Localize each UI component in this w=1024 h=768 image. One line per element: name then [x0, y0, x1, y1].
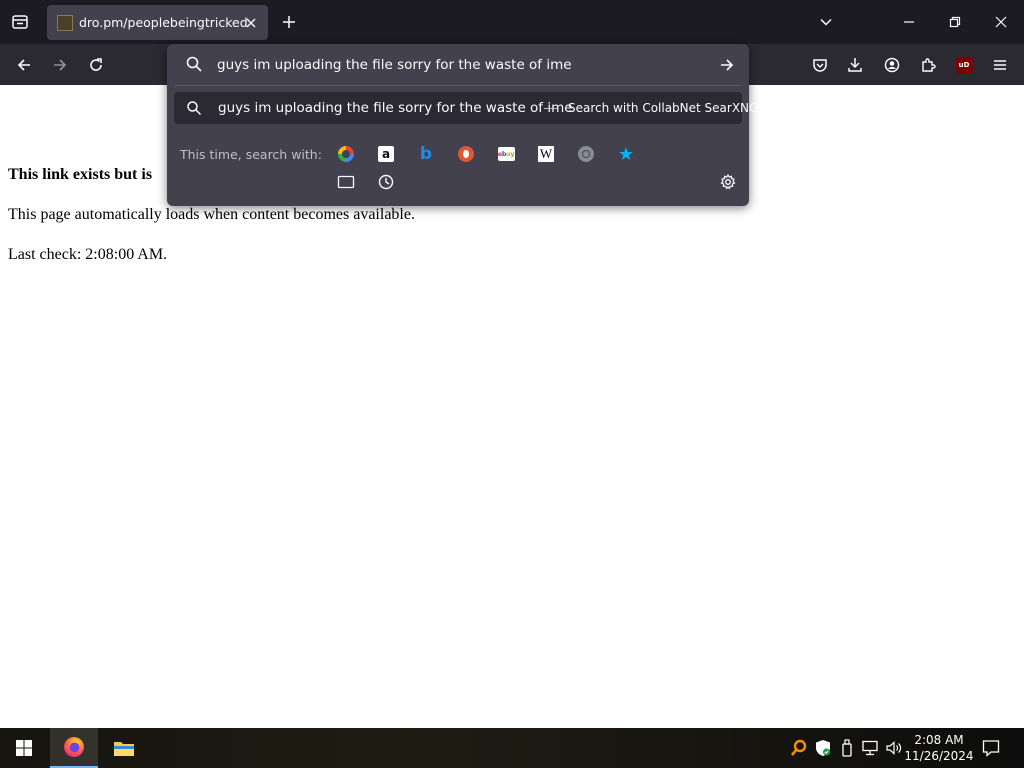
- windows-security-shield-icon[interactable]: [813, 738, 833, 758]
- urlbar-divider: [175, 85, 741, 86]
- one-time-search-label: This time, search with:: [180, 147, 322, 162]
- new-tab-button[interactable]: [278, 11, 300, 33]
- minimize-window-icon[interactable]: [897, 10, 921, 34]
- taskbar-clock[interactable]: 2:08 AM 11/26/2024: [903, 732, 975, 764]
- search-magnifier-tray-icon[interactable]: [789, 738, 809, 758]
- tab-strip: dro.pm/peoplebeingtricked: [0, 0, 1024, 44]
- close-window-icon[interactable]: [989, 10, 1013, 34]
- windows-taskbar: 2:08 AM 11/26/2024: [0, 728, 1024, 768]
- search-settings-gear-icon[interactable]: [718, 172, 738, 192]
- page-paragraph-last-check: Last check: 2:08:00 AM.: [8, 246, 168, 263]
- bookmarks-star-icon[interactable]: ★: [614, 142, 638, 166]
- google-engine-icon[interactable]: [334, 142, 358, 166]
- downloads-icon[interactable]: [843, 53, 867, 77]
- page-heading: This link exists but is: [8, 166, 153, 183]
- bing-engine-icon[interactable]: b: [414, 142, 438, 166]
- urlbar-dropdown: guys im uploading the file sorry for the…: [167, 44, 758, 206]
- wikipedia-engine-icon[interactable]: W: [534, 142, 558, 166]
- action-center-notification-icon[interactable]: [981, 738, 1001, 758]
- firefox-taskbar-icon[interactable]: [50, 728, 98, 768]
- reload-icon[interactable]: [84, 53, 108, 77]
- page-paragraph-autoload: This page automatically loads when conte…: [8, 206, 415, 223]
- urlbar: [167, 44, 749, 85]
- list-all-tabs-chevron-icon[interactable]: [814, 10, 838, 34]
- tabs-search-icon[interactable]: [334, 170, 358, 194]
- account-icon[interactable]: [880, 53, 904, 77]
- tab-list-icon[interactable]: [8, 10, 32, 34]
- active-tab[interactable]: dro.pm/peoplebeingtricked: [47, 5, 268, 40]
- back-arrow-icon[interactable]: [12, 53, 36, 77]
- ebay-engine-icon[interactable]: ebay: [494, 142, 518, 166]
- duckduckgo-engine-icon[interactable]: [454, 142, 478, 166]
- restore-window-icon[interactable]: [943, 10, 967, 34]
- suggestion-search-icon: [186, 100, 202, 116]
- tab-title: dro.pm/peoplebeingtricked: [79, 15, 248, 30]
- windows-start-icon[interactable]: [0, 728, 48, 768]
- search-suggestion-row[interactable]: guys im uploading the file sorry for the…: [174, 92, 758, 124]
- pocket-icon[interactable]: [808, 53, 832, 77]
- suggestion-text: guys im uploading the file sorry for the…: [218, 100, 573, 116]
- forward-arrow-icon[interactable]: [48, 53, 72, 77]
- suggestion-action-text: Search with CollabNet SearXNG: [568, 101, 759, 115]
- file-explorer-folder-icon[interactable]: [100, 728, 148, 768]
- clock-time: 2:08 AM: [914, 733, 964, 747]
- network-icon[interactable]: [860, 738, 880, 758]
- searxng-engine-icon[interactable]: [574, 142, 598, 166]
- volume-speaker-icon[interactable]: [884, 738, 904, 758]
- site-favicon-icon: [57, 15, 73, 31]
- search-icon: [185, 55, 203, 73]
- go-arrow-icon[interactable]: [717, 55, 737, 75]
- clock-date: 11/26/2024: [904, 749, 974, 763]
- history-clock-icon[interactable]: [374, 170, 398, 194]
- ublock-origin-icon[interactable]: uD: [952, 53, 976, 77]
- usb-device-icon[interactable]: [837, 738, 857, 758]
- close-tab-icon[interactable]: [242, 14, 260, 32]
- urlbar-input[interactable]: [217, 54, 697, 76]
- app-menu-hamburger-icon[interactable]: [988, 53, 1012, 77]
- extensions-puzzle-icon[interactable]: [916, 53, 940, 77]
- amazon-engine-icon[interactable]: a: [374, 142, 398, 166]
- suggestion-separator: —: [544, 100, 557, 115]
